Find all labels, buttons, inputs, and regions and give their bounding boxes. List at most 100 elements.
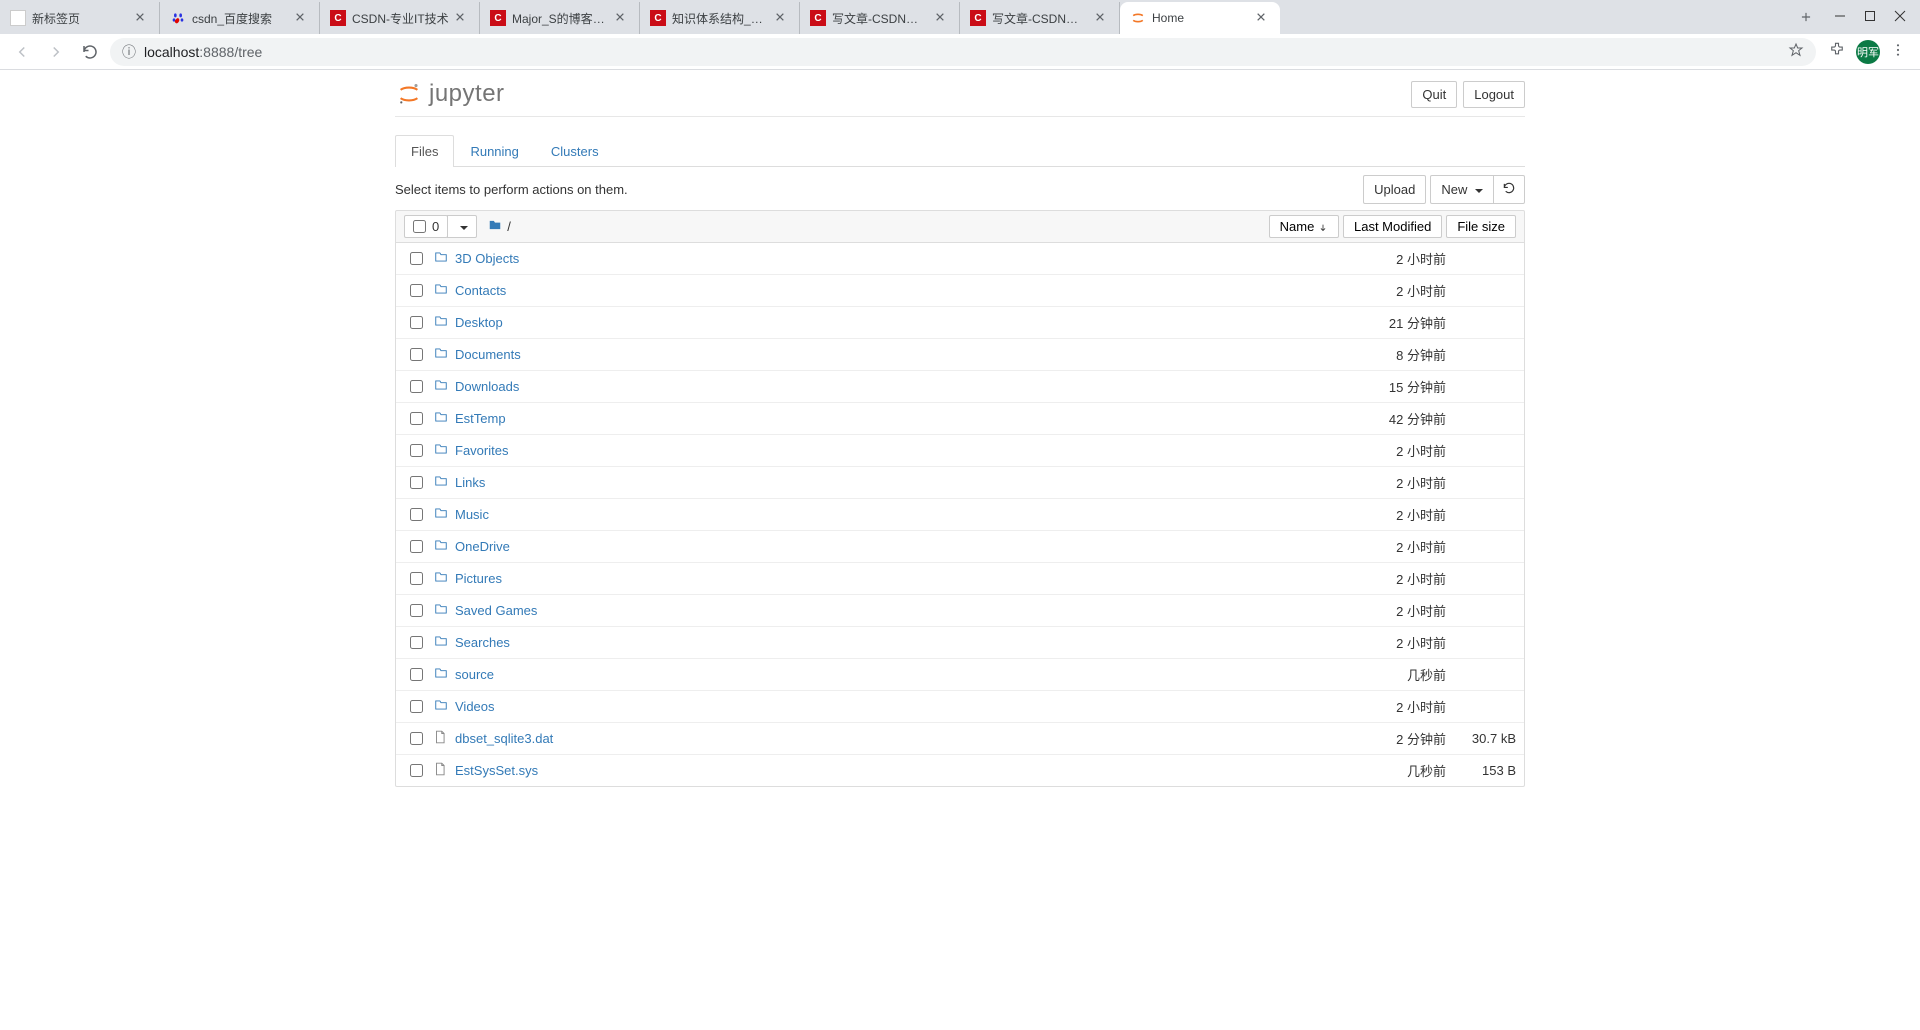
item-checkbox[interactable] — [410, 700, 423, 713]
select-all-box[interactable]: 0 — [404, 215, 448, 238]
browser-tab[interactable]: CMajor_S的博客_M — [480, 2, 640, 34]
close-tab-icon[interactable] — [775, 11, 789, 25]
item-name-link[interactable]: OneDrive — [455, 539, 1346, 554]
bookmark-star-icon[interactable] — [1788, 42, 1804, 61]
item-checkbox[interactable] — [410, 316, 423, 329]
close-window-button[interactable] — [1894, 10, 1906, 25]
quit-button[interactable]: Quit — [1411, 81, 1457, 108]
browser-tab-strip: 新标签页 csdn_百度搜索CCSDN-专业IT技术CMajor_S的博客_MC知… — [0, 0, 1920, 34]
item-name-link[interactable]: 3D Objects — [455, 251, 1346, 266]
tab-title: 新标签页 — [32, 10, 129, 27]
forward-button[interactable] — [42, 38, 70, 66]
breadcrumb-root[interactable]: / — [507, 219, 511, 234]
csdn-favicon-icon: C — [970, 10, 986, 26]
extensions-icon[interactable] — [1828, 41, 1846, 62]
item-checkbox[interactable] — [410, 572, 423, 585]
item-modified: 2 小时前 — [1346, 569, 1446, 588]
sort-name-button[interactable]: Name — [1269, 215, 1339, 238]
browser-tab[interactable]: C知识体系结构_Maj — [640, 2, 800, 34]
item-checkbox[interactable] — [410, 380, 423, 393]
browser-tab[interactable]: Home — [1120, 2, 1280, 34]
upload-button[interactable]: Upload — [1363, 175, 1426, 204]
item-checkbox[interactable] — [410, 476, 423, 489]
folder-icon[interactable] — [487, 218, 503, 235]
item-modified: 2 小时前 — [1346, 249, 1446, 268]
item-name-link[interactable]: Searches — [455, 635, 1346, 650]
item-modified: 2 分钟前 — [1346, 729, 1446, 748]
folder-icon — [433, 666, 449, 683]
new-dropdown[interactable]: New — [1430, 175, 1494, 204]
item-checkbox[interactable] — [410, 636, 423, 649]
close-tab-icon[interactable] — [1256, 11, 1270, 25]
jupyter-header: jupyter Quit Logout — [395, 70, 1525, 117]
item-name-link[interactable]: Links — [455, 475, 1346, 490]
item-checkbox[interactable] — [410, 284, 423, 297]
list-item: Desktop21 分钟前 — [396, 306, 1524, 338]
list-item: Documents8 分钟前 — [396, 338, 1524, 370]
item-name-link[interactable]: Documents — [455, 347, 1346, 362]
item-name-link[interactable]: Music — [455, 507, 1346, 522]
tab-clusters[interactable]: Clusters — [535, 135, 615, 167]
item-checkbox[interactable] — [410, 252, 423, 265]
site-info-icon[interactable]: ⓘ — [122, 42, 136, 62]
item-modified: 几秒前 — [1346, 761, 1446, 780]
item-checkbox[interactable] — [410, 508, 423, 521]
address-bar[interactable]: ⓘ localhost:8888/tree — [110, 38, 1816, 66]
item-name-link[interactable]: dbset_sqlite3.dat — [455, 731, 1346, 746]
item-name-link[interactable]: Downloads — [455, 379, 1346, 394]
select-all-checkbox[interactable] — [413, 220, 426, 233]
profile-avatar[interactable]: 明军 — [1856, 40, 1880, 64]
list-item: Favorites2 小时前 — [396, 434, 1524, 466]
jupyter-logo[interactable]: jupyter — [395, 80, 505, 108]
list-item: Videos2 小时前 — [396, 690, 1524, 722]
list-item: Downloads15 分钟前 — [396, 370, 1524, 402]
item-name-link[interactable]: Pictures — [455, 571, 1346, 586]
item-name-link[interactable]: Favorites — [455, 443, 1346, 458]
item-name-link[interactable]: source — [455, 667, 1346, 682]
item-name-link[interactable]: EstSysSet.sys — [455, 763, 1346, 778]
tab-files[interactable]: Files — [395, 135, 454, 167]
close-tab-icon[interactable] — [455, 11, 469, 25]
logout-button[interactable]: Logout — [1463, 81, 1525, 108]
item-checkbox[interactable] — [410, 668, 423, 681]
browser-tab[interactable]: csdn_百度搜索 — [160, 2, 320, 34]
close-tab-icon[interactable] — [135, 11, 149, 25]
browser-tab[interactable]: 新标签页 — [0, 2, 160, 34]
item-checkbox[interactable] — [410, 444, 423, 457]
maximize-button[interactable] — [1864, 10, 1876, 25]
item-modified: 几秒前 — [1346, 665, 1446, 684]
new-tab-button[interactable] — [1792, 3, 1820, 31]
item-checkbox[interactable] — [410, 604, 423, 617]
item-checkbox[interactable] — [410, 412, 423, 425]
item-name-link[interactable]: Saved Games — [455, 603, 1346, 618]
menu-icon[interactable] — [1890, 42, 1906, 61]
url-text: localhost:8888/tree — [144, 44, 262, 60]
close-tab-icon[interactable] — [295, 11, 309, 25]
select-dropdown[interactable] — [447, 215, 477, 238]
browser-tab[interactable]: C写文章-CSDN博客 — [960, 2, 1120, 34]
item-name-link[interactable]: Contacts — [455, 283, 1346, 298]
close-tab-icon[interactable] — [615, 11, 629, 25]
minimize-button[interactable] — [1834, 10, 1846, 25]
folder-icon — [433, 410, 449, 427]
tab-running[interactable]: Running — [454, 135, 534, 167]
reload-button[interactable] — [76, 38, 104, 66]
item-name-link[interactable]: EstTemp — [455, 411, 1346, 426]
back-button[interactable] — [8, 38, 36, 66]
sort-modified-button[interactable]: Last Modified — [1343, 215, 1442, 238]
item-name-link[interactable]: Videos — [455, 699, 1346, 714]
item-checkbox[interactable] — [410, 732, 423, 745]
refresh-button[interactable] — [1493, 175, 1525, 204]
folder-icon — [433, 474, 449, 491]
item-name-link[interactable]: Desktop — [455, 315, 1346, 330]
browser-tab[interactable]: CCSDN-专业IT技术 — [320, 2, 480, 34]
item-size: 153 B — [1446, 763, 1516, 778]
sort-size-button[interactable]: File size — [1446, 215, 1516, 238]
item-checkbox[interactable] — [410, 764, 423, 777]
item-checkbox[interactable] — [410, 540, 423, 553]
browser-tab[interactable]: C写文章-CSDN博客 — [800, 2, 960, 34]
csdn-favicon-icon: C — [490, 10, 506, 26]
close-tab-icon[interactable] — [935, 11, 949, 25]
item-checkbox[interactable] — [410, 348, 423, 361]
close-tab-icon[interactable] — [1095, 11, 1109, 25]
